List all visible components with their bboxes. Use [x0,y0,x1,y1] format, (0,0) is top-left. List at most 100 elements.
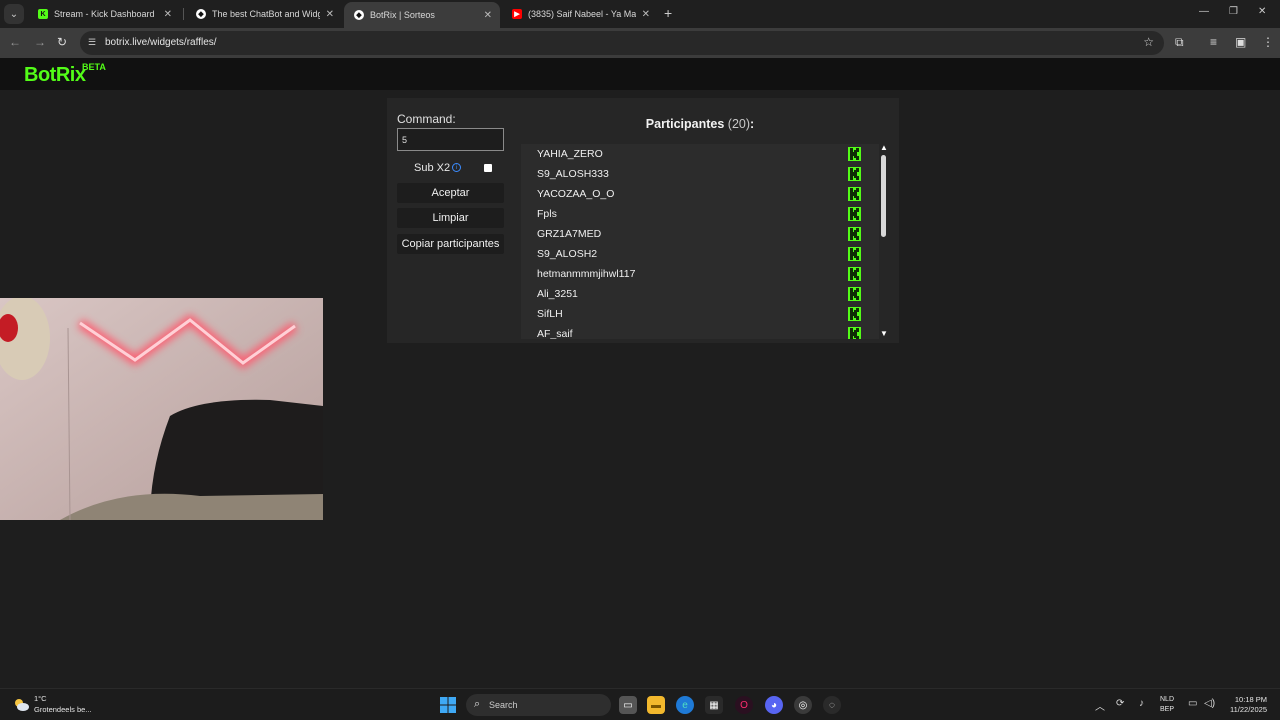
participant-row: hetmanmmmjihwl117 [521,264,865,284]
info-icon[interactable]: i [452,163,461,172]
kick-platform-icon [848,267,861,281]
lang-code: NLD [1160,696,1175,703]
kick-platform-icon [848,207,861,221]
microsoft-store-icon[interactable]: ▦ [705,696,723,714]
task-view-icon[interactable]: ▭ [619,696,637,714]
raffle-panel: Command: Sub X2 i Aceptar Limpiar Copiar… [387,98,899,343]
youtube-favicon-icon: ▶ [512,9,522,19]
participants-title: Participantes (20): [521,117,879,131]
participant-name: AF_saif [537,328,573,339]
sub-x2-checkbox[interactable] [484,164,492,172]
participant-name: SifLH [537,308,563,320]
browser-toolbar: ← → ↻ ☰ botrix.live/widgets/raffles/ ☆ ⧉… [0,28,1280,58]
bookmark-star-icon[interactable]: ☆ [1143,35,1154,49]
weather-cloud-icon[interactable] [12,696,30,712]
clear-button[interactable]: Limpiar [397,208,504,228]
microphone-icon[interactable]: ♪ [1139,698,1144,709]
participant-row: S9_ALOSH2 [521,244,865,264]
participant-row: S9_ALOSH333 [521,164,865,184]
close-icon[interactable]: ✕ [642,9,650,20]
media-controls-icon[interactable]: ≡ [1210,35,1217,49]
browser-tabstrip: ⌄ K Stream - Kick Dashboard ✕ ◆ The best… [0,0,1280,28]
tab-title: (3835) Saif Nabeel - Ya Mahyou [528,9,636,19]
tab-title: BotRix | Sorteos [370,10,435,20]
new-tab-plus-icon[interactable]: + [664,5,672,21]
reload-icon[interactable]: ↻ [57,35,67,49]
participant-name: Fpls [537,208,557,220]
profile-icon[interactable]: ▣ [1235,35,1246,49]
copy-participants-button[interactable]: Copiar participantes [397,234,504,254]
clock-date: 11/22/2025 [1230,705,1267,714]
site-settings-icon[interactable]: ☰ [88,37,100,49]
taskbar-search-box[interactable]: ⌕ Search [466,694,611,716]
scroll-down-arrow-icon[interactable]: ▼ [880,329,888,338]
chevron-up-icon[interactable]: ︿ [1095,698,1105,713]
obs-icon[interactable]: ◌ [823,696,841,714]
search-icon: ⌕ [474,698,481,710]
webcam-image [0,298,323,520]
close-icon[interactable]: ✕ [326,9,334,20]
botrix-favicon-icon: ◆ [354,10,364,20]
participant-name: YACOZAA_O_O [537,188,615,200]
tab-title: Stream - Kick Dashboard [54,9,155,19]
system-clock[interactable]: 10:18 PM 11/22/2025 [1225,695,1267,715]
search-placeholder: Search [489,700,518,710]
tab-divider [183,8,184,20]
participants-list[interactable]: YAHIA_ZERO S9_ALOSH333 YACOZAA_O_O Fpls GRZ1… [521,144,879,339]
sync-icon[interactable]: ⟳ [1116,698,1124,709]
weather-description: Grotendeels be... [34,705,92,714]
file-explorer-icon[interactable]: ▬ [647,696,665,714]
participant-name: Ali_3251 [537,288,578,300]
url-text: botrix.live/widgets/raffles/ [105,37,217,48]
close-icon[interactable]: ✕ [164,9,172,20]
page-content: BotRix BETA Command: Sub X2 i Aceptar Li… [0,58,1280,688]
windows-taskbar: 1°C Grotendeels be... ⌕ Search ▭ ▬ e ▦ O… [0,688,1280,720]
clock-time: 10:18 PM [1234,695,1267,704]
restore-icon[interactable]: ❐ [1229,6,1238,17]
participant-row: YACOZAA_O_O [521,184,865,204]
participants-title-text: Participantes [645,117,725,131]
participant-row: AF_saif [521,324,865,339]
windows-start-icon[interactable] [440,697,456,713]
tab-youtube[interactable]: ▶ (3835) Saif Nabeel - Ya Mahyou ✕ [502,2,658,26]
volume-icon[interactable]: ◁) [1204,698,1215,709]
back-arrow-icon[interactable]: ← [9,35,21,49]
participant-row: YAHIA_ZERO [521,144,865,164]
participants-colon: : [750,117,755,131]
scroll-up-arrow-icon[interactable]: ▲ [880,143,888,152]
minimize-icon[interactable]: — [1199,6,1209,17]
forward-arrow-icon[interactable]: → [34,35,46,49]
participant-name: S9_ALOSH333 [537,168,609,180]
address-bar[interactable]: ☰ botrix.live/widgets/raffles/ ☆ [80,31,1164,55]
edge-browser-icon[interactable]: e [676,696,694,714]
participant-name: S9_ALOSH2 [537,248,598,260]
kick-favicon-icon: K [38,9,48,19]
kick-platform-icon [848,147,861,161]
participant-row: SifLH [521,304,865,324]
botrix-logo[interactable]: BotRix [24,64,86,87]
tab-kick-dashboard[interactable]: K Stream - Kick Dashboard ✕ [28,2,180,26]
command-label: Command: [397,112,456,126]
command-input[interactable] [397,128,504,151]
opera-icon[interactable]: O [735,696,753,714]
participant-row: GRZ1A7MED [521,224,865,244]
botrix-favicon-icon: ◆ [196,9,206,19]
site-header: BotRix BETA [0,58,1280,90]
scrollbar-thumb[interactable] [881,155,886,237]
participant-row: Ali_3251 [521,284,865,304]
window-close-icon[interactable]: ✕ [1258,6,1266,17]
tab-botrix-sorteos[interactable]: ◆ BotRix | Sorteos ✕ [344,2,500,28]
weather-temperature: 1°C [34,694,47,703]
tab-botrix-chatbot[interactable]: ◆ The best ChatBot and Widgets ✕ [186,2,342,26]
network-icon[interactable]: ▭ [1188,698,1197,709]
close-icon[interactable]: ✕ [484,10,492,21]
keyboard-layout: BEP [1160,706,1175,713]
extensions-icon[interactable]: ⧉ [1175,35,1184,50]
chrome-icon[interactable]: ◎ [794,696,812,714]
menu-kebab-icon[interactable]: ⋮ [1262,35,1274,49]
sub-x2-label: Sub X2 [414,162,451,174]
discord-icon[interactable]: ◕ [765,696,783,714]
language-indicator[interactable]: NLD BEP [1160,695,1174,715]
tab-search-icon[interactable]: ⌄ [4,4,24,24]
accept-button[interactable]: Aceptar [397,183,504,203]
